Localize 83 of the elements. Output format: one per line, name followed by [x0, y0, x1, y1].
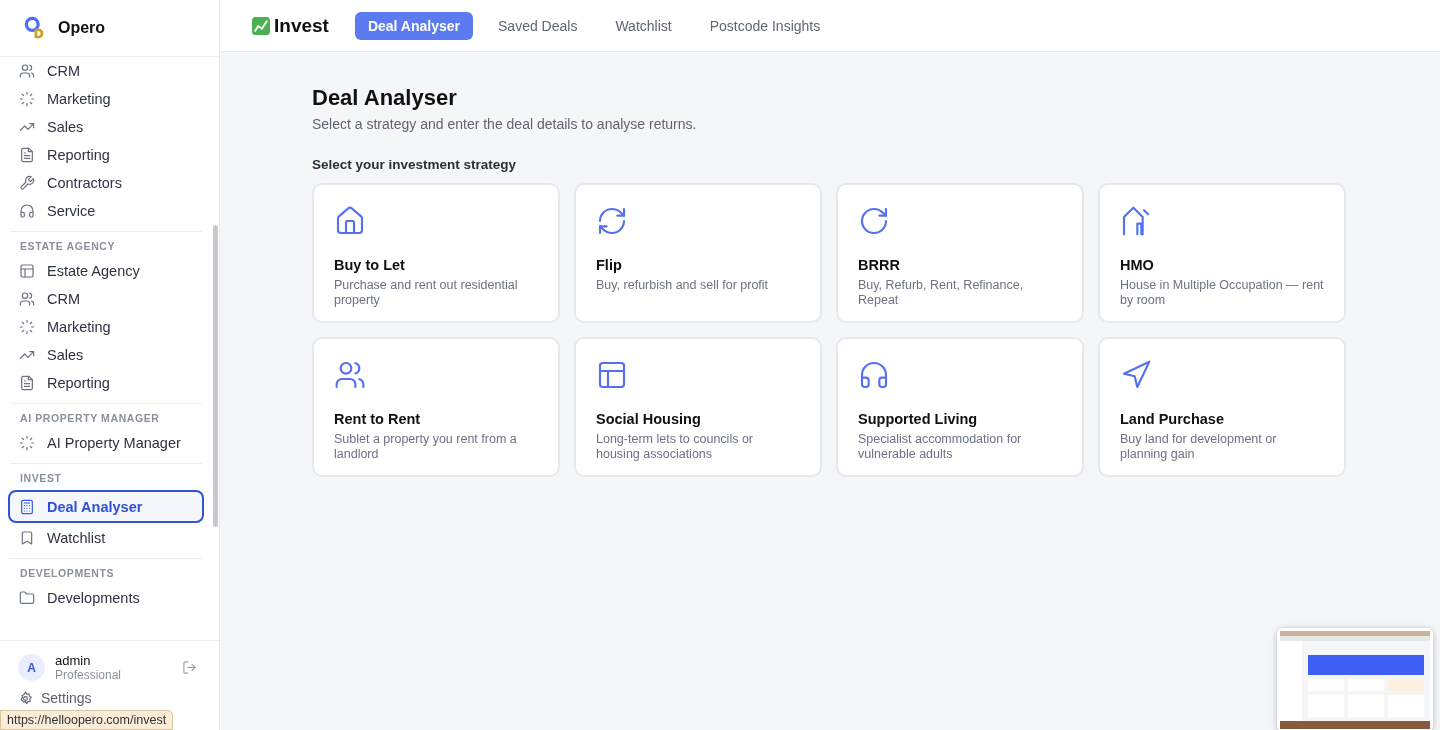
tab[interactable]: Postcode Insights — [696, 11, 834, 40]
nav-item[interactable]: Reporting — [8, 369, 204, 397]
document-icon — [19, 375, 35, 391]
nav-item[interactable]: Reporting — [8, 141, 204, 169]
card-title: Land Purchase — [1120, 411, 1224, 427]
strategy-card[interactable]: Rent to Rent Sublet a property you rent from a landlord — [312, 337, 560, 477]
card-title: BRRR — [858, 257, 900, 273]
card-description: Sublet a property you rent from a landlord — [334, 432, 518, 461]
card-title: Buy to Let — [334, 257, 405, 273]
card-description: Purchase and rent out residential property — [334, 278, 519, 307]
nav-item[interactable]: Marketing — [8, 313, 204, 341]
sparkle-icon — [19, 435, 35, 451]
logo-icon — [24, 16, 46, 40]
app-name: Opero — [58, 19, 106, 37]
layout-icon — [19, 263, 35, 279]
calculator-icon — [19, 498, 35, 515]
strategy-card[interactable]: Buy to Let Purchase and rent out residential property — [312, 183, 560, 323]
nav-item[interactable]: Watchlist — [8, 524, 204, 552]
section-heading: ESTATE AGENCY — [19, 239, 117, 254]
card-description: Buy, Refurb, Rent, Refinance, Repeat — [858, 278, 1025, 307]
user-name: admin — [55, 653, 92, 668]
strategy-card[interactable]: HMO House in Multiple Occupation — rent by room — [1098, 183, 1346, 323]
layout-icon — [596, 359, 628, 391]
settings-icon — [18, 690, 33, 706]
nav-item[interactable]: Estate Agency — [8, 257, 204, 285]
strategy-card[interactable]: Supported Living Specialist accommodation for vulnerable adults — [836, 337, 1084, 477]
subtitle: Select a strategy and enter the deal details to analyse returns. — [312, 116, 698, 132]
nav-item[interactable]: Marketing — [8, 85, 204, 113]
section-heading: AI PROPERTY MANAGER — [19, 411, 161, 426]
nav-item[interactable]: AI Property Manager — [8, 429, 204, 457]
strategy-card[interactable]: Flip Buy, refurbish and sell for profit — [574, 183, 822, 323]
sparkle-icon — [19, 91, 35, 107]
sparkle-icon — [19, 319, 35, 335]
heading: Deal Analyser — [312, 85, 458, 111]
card-description: Long-term lets to councils or housing associations — [596, 432, 754, 461]
card-title: Rent to Rent — [334, 411, 421, 427]
send-icon — [1120, 359, 1152, 391]
strategy-card[interactable]: Land Purchase Buy land for development or planning gain — [1098, 337, 1346, 477]
card-description: Buy land for development or planning gain — [1120, 432, 1278, 461]
status-url: https://helloopero.com/invest — [0, 710, 174, 730]
page-title: Invest — [274, 14, 329, 37]
nav-item[interactable]: Developments — [8, 584, 204, 612]
users-icon — [19, 63, 35, 79]
users-icon — [19, 291, 35, 307]
card-description: House in Multiple Occupation — rent by room — [1120, 278, 1324, 307]
section-heading: INVEST — [19, 471, 63, 486]
refresh-icon — [596, 205, 628, 237]
strategy-card[interactable]: Social Housing Long-term lets to councils or housing associations — [574, 337, 822, 477]
tab[interactable]: Deal Analyser — [354, 11, 473, 40]
nav-item[interactable]: CRM — [8, 285, 204, 313]
headphones-icon — [858, 359, 890, 391]
settings-link[interactable]: Settings — [18, 690, 197, 706]
nav-item[interactable]: Sales — [8, 341, 204, 369]
tab[interactable]: Watchlist — [602, 11, 685, 40]
nav-item[interactable]: Service — [8, 197, 204, 225]
card-description: Specialist accommodation for vulnerable adults — [858, 432, 1023, 461]
card-description: Buy, refurbish and sell for profit — [596, 278, 769, 293]
strategy-card[interactable]: BRRR Buy, Refurb, Rent, Refinance, Repeat — [836, 183, 1084, 323]
rotate-icon — [858, 205, 890, 237]
document-icon — [19, 147, 35, 163]
user-plan: Professional — [55, 668, 123, 682]
house-icon — [334, 205, 366, 237]
users-icon — [334, 359, 366, 391]
card-title: Flip — [596, 257, 622, 273]
house-icon — [1120, 205, 1152, 237]
avatar: A — [18, 654, 45, 681]
nav-item[interactable]: Sales — [8, 113, 204, 141]
folder-icon — [19, 590, 35, 606]
nav-item[interactable]: Contractors — [8, 169, 204, 197]
card-title: Social Housing — [596, 411, 701, 427]
card-title: Supported Living — [858, 411, 978, 427]
chart-icon — [252, 16, 270, 35]
section-label: Select your investment strategy — [312, 157, 518, 172]
headphones-icon — [19, 203, 35, 219]
wrench-icon — [19, 175, 35, 191]
card-title: HMO — [1120, 257, 1154, 273]
section-heading: DEVELOPMENTS — [19, 566, 116, 581]
nav-item[interactable]: CRM — [8, 57, 204, 85]
logout-icon[interactable] — [182, 660, 197, 675]
tab[interactable]: Saved Deals — [485, 11, 591, 40]
scrollbar[interactable] — [213, 225, 218, 527]
bookmark-icon — [19, 530, 35, 546]
nav-item[interactable]: Deal Analyser — [8, 490, 204, 523]
